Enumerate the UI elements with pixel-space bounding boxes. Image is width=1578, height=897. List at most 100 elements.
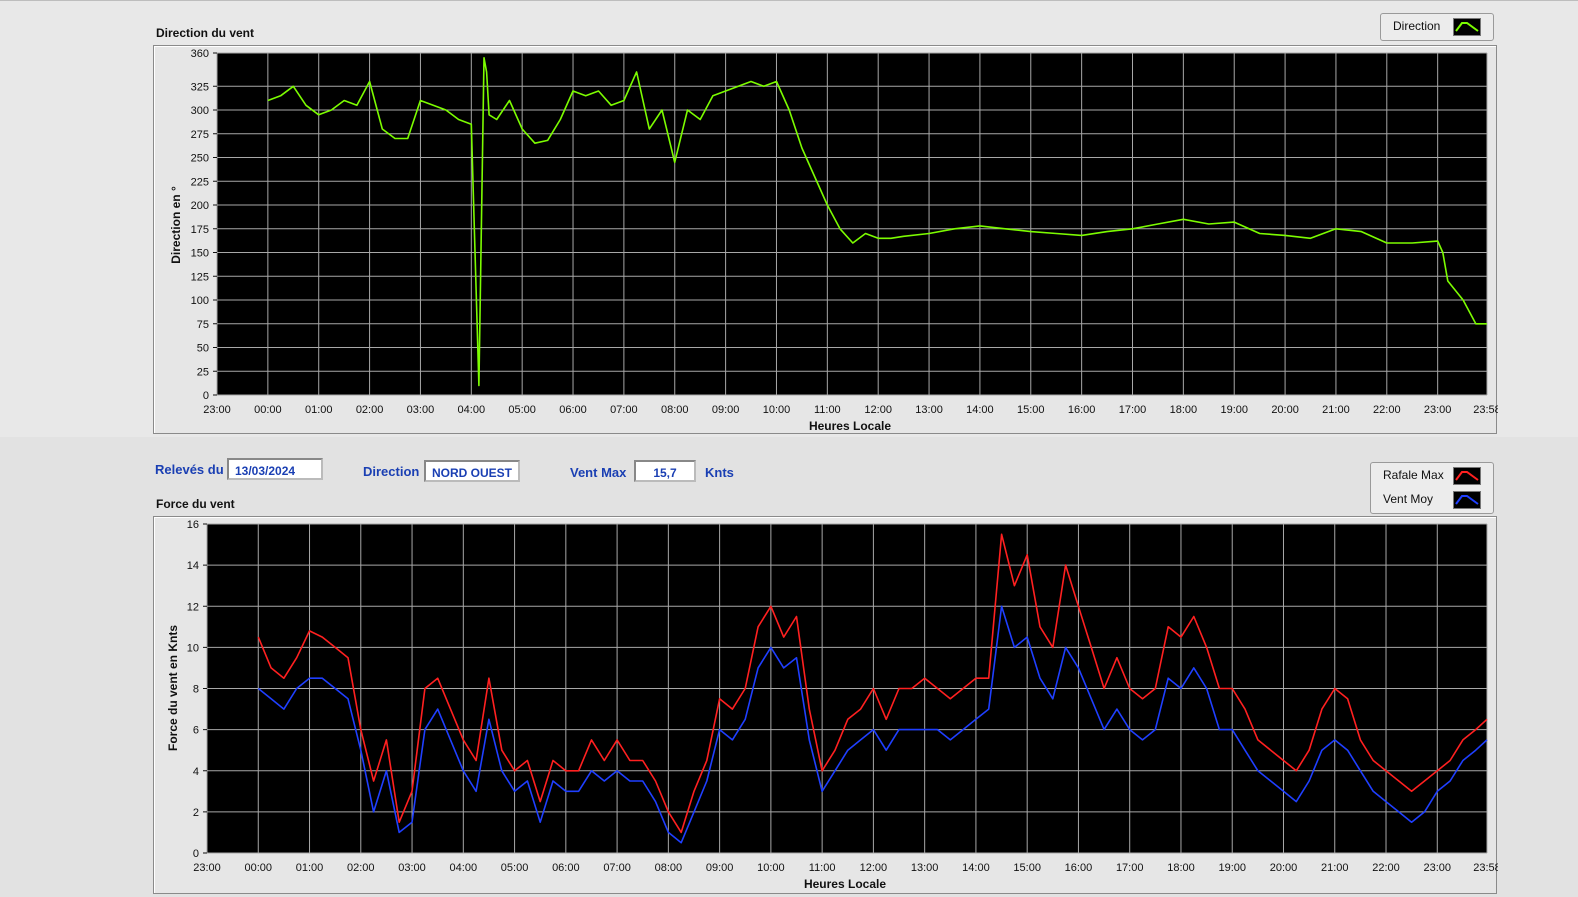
direction-legend[interactable]: Direction <box>1380 13 1494 41</box>
force-chart-title: Force du vent <box>156 497 235 511</box>
y-tick-label: 125 <box>191 271 209 283</box>
direction-y-axis: 0 25 50 75 100 125 150 175 200 225 250 275 300 325 360 <box>191 48 217 402</box>
y-tick-label: 175 <box>191 224 209 236</box>
y-tick-label: 0 <box>203 390 209 402</box>
x-tick-label: 02:00 <box>356 404 384 416</box>
legend-label-direction: Direction <box>1393 19 1441 33</box>
legend-label-rafale: Rafale Max <box>1383 468 1444 482</box>
x-tick-label: 16:00 <box>1068 404 1096 416</box>
x-tick-label: 11:00 <box>809 862 836 874</box>
x-tick-label: 05:00 <box>508 404 536 416</box>
x-tick-label: 21:00 <box>1322 404 1350 416</box>
x-tick-label: 09:00 <box>712 404 740 416</box>
y-tick-label: 225 <box>191 176 209 188</box>
direction-x-axis: 23:00 00:00 01:00 02:00 03:00 04:00 05:00 06:00… <box>203 404 1498 416</box>
x-tick-label: 14:00 <box>966 404 994 416</box>
x-tick-label: 23:00 <box>203 404 231 416</box>
y-tick-label: 12 <box>187 601 199 613</box>
x-tick-label: 13:00 <box>915 404 943 416</box>
y-tick-label: 150 <box>191 248 209 260</box>
y-tick-label: 2 <box>193 807 199 819</box>
force-legend[interactable]: Rafale Max Vent Moy <box>1370 462 1494 514</box>
x-tick-label: 19:00 <box>1220 404 1248 416</box>
x-tick-label: 04:00 <box>450 862 478 874</box>
x-tick-label: 17:00 <box>1119 404 1147 416</box>
x-tick-label: 06:00 <box>552 862 580 874</box>
x-tick-label: 20:00 <box>1270 862 1298 874</box>
x-tick-label: 21:00 <box>1321 862 1349 874</box>
x-tick-label: 18:00 <box>1167 862 1195 874</box>
x-tick-label: 22:00 <box>1372 862 1400 874</box>
x-tick-label: 01:00 <box>305 404 333 416</box>
y-tick-label: 275 <box>191 129 209 141</box>
x-tick-label: 15:00 <box>1013 862 1041 874</box>
x-tick-label: 07:00 <box>610 404 638 416</box>
x-tick-label: 17:00 <box>1116 862 1144 874</box>
x-tick-label: 12:00 <box>860 862 888 874</box>
legend-item-direction[interactable]: Direction <box>1381 14 1493 38</box>
direction-plot-area[interactable] <box>217 53 1487 395</box>
y-tick-label: 300 <box>191 105 209 117</box>
y-tick-label: 250 <box>191 153 209 165</box>
x-tick-label: 15:00 <box>1017 404 1045 416</box>
y-tick-label: 0 <box>193 848 199 860</box>
x-tick-label: 10:00 <box>763 404 791 416</box>
unit-label: Knts <box>705 465 734 480</box>
x-tick-label: 14:00 <box>962 862 990 874</box>
x-tick-label: 23:00 <box>1424 862 1452 874</box>
x-tick-label: 23:58 <box>1473 404 1498 416</box>
line-swatch-icon <box>1453 467 1481 485</box>
x-tick-label: 13:00 <box>911 862 939 874</box>
x-tick-label: 01:00 <box>296 862 324 874</box>
y-tick-label: 50 <box>197 343 209 355</box>
vent-max-field[interactable]: 15,7 <box>634 460 696 482</box>
y-tick-label: 10 <box>187 642 199 654</box>
line-swatch-icon <box>1453 491 1481 509</box>
x-tick-label: 19:00 <box>1218 862 1246 874</box>
vent-max-label: Vent Max <box>570 465 627 480</box>
force-x-axis: 23:00 00:00 01:00 02:00 03:00 04:00 05:00 06:00… <box>193 862 1498 874</box>
x-tick-label: 03:00 <box>407 404 435 416</box>
x-tick-label: 23:58 <box>1473 862 1498 874</box>
x-tick-label: 07:00 <box>603 862 631 874</box>
x-tick-label: 10:00 <box>757 862 785 874</box>
direction-chart[interactable]: 0 25 50 75 100 125 150 175 200 225 250 275 300 325 360… <box>153 45 1498 437</box>
y-tick-label: 360 <box>191 48 209 60</box>
line-swatch-icon <box>1453 18 1481 36</box>
direction-y-axis-label: Direction en ° <box>169 186 183 264</box>
x-tick-label: 20:00 <box>1271 404 1299 416</box>
force-y-axis: 0 2 4 6 8 10 12 14 16 <box>187 519 207 860</box>
x-tick-label: 12:00 <box>864 404 892 416</box>
legend-item-rafale[interactable]: Rafale Max <box>1371 463 1493 487</box>
force-x-axis-label: Heures Locale <box>804 877 886 891</box>
y-tick-label: 325 <box>191 81 209 93</box>
date-field[interactable]: 13/03/2024 <box>227 458 323 480</box>
x-tick-label: 18:00 <box>1170 404 1198 416</box>
x-tick-label: 00:00 <box>254 404 282 416</box>
x-tick-label: 06:00 <box>559 404 587 416</box>
x-tick-label: 08:00 <box>655 862 683 874</box>
x-tick-label: 04:00 <box>458 404 486 416</box>
y-tick-label: 200 <box>191 200 209 212</box>
y-tick-label: 14 <box>187 560 199 572</box>
x-tick-label: 05:00 <box>501 862 529 874</box>
legend-item-vent-moy[interactable]: Vent Moy <box>1371 487 1493 511</box>
y-tick-label: 4 <box>193 766 199 778</box>
force-y-axis-label: Force du vent en Knts <box>166 625 180 751</box>
x-tick-label: 08:00 <box>661 404 689 416</box>
x-tick-label: 23:00 <box>193 862 221 874</box>
x-tick-label: 16:00 <box>1065 862 1093 874</box>
y-tick-label: 25 <box>197 366 209 378</box>
direction-label: Direction <box>363 464 420 479</box>
direction-x-axis-label: Heures Locale <box>809 419 891 433</box>
x-tick-label: 22:00 <box>1373 404 1401 416</box>
direction-chart-title: Direction du vent <box>156 26 255 40</box>
releves-label: Relevés du <box>155 462 224 477</box>
x-tick-label: 00:00 <box>244 862 272 874</box>
direction-field[interactable]: NORD OUEST <box>424 460 520 482</box>
x-tick-label: 09:00 <box>706 862 734 874</box>
y-tick-label: 6 <box>193 725 199 737</box>
x-tick-label: 03:00 <box>398 862 426 874</box>
force-chart[interactable]: 0 2 4 6 8 10 12 14 16 23:00 00:00 01:00 02:00 03:00 0… <box>153 516 1498 897</box>
x-tick-label: 23:00 <box>1424 404 1452 416</box>
